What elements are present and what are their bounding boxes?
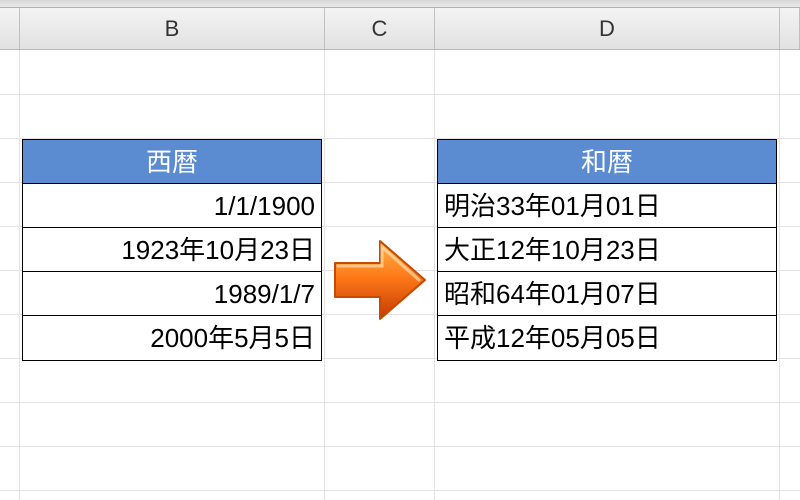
gridline — [434, 50, 435, 500]
table-header-western[interactable]: 西暦 — [23, 140, 321, 184]
right-arrow-icon — [330, 235, 430, 325]
cell-japanese-2[interactable]: 昭和64年01月07日 — [438, 272, 776, 316]
cell-western-0[interactable]: 1/1/1900 — [23, 184, 321, 228]
gridline — [0, 446, 800, 447]
column-header-C[interactable]: C — [325, 8, 435, 49]
cell-western-2[interactable]: 1989/1/7 — [23, 272, 321, 316]
gridline — [779, 50, 780, 500]
cell-japanese-3[interactable]: 平成12年05月05日 — [438, 316, 776, 360]
column-header-B[interactable]: B — [20, 8, 325, 49]
table-western-dates: 西暦 1/1/1900 1923年10月23日 1989/1/7 2000年5月… — [22, 139, 322, 361]
table-japanese-era-dates: 和暦 明治33年01月01日 大正12年10月23日 昭和64年01月07日 平… — [437, 139, 777, 361]
gridline — [0, 402, 800, 403]
gridline — [0, 490, 800, 491]
spreadsheet-grid[interactable]: B C D 西暦 1/1/1900 1923年10月23日 1989/1/7 2… — [0, 8, 800, 500]
cell-western-1[interactable]: 1923年10月23日 — [23, 228, 321, 272]
window-toolbar-strip — [0, 0, 800, 8]
grid-body[interactable]: 西暦 1/1/1900 1923年10月23日 1989/1/7 2000年5月… — [0, 50, 800, 500]
cell-japanese-0[interactable]: 明治33年01月01日 — [438, 184, 776, 228]
table-header-japanese[interactable]: 和暦 — [438, 140, 776, 184]
gridline — [324, 50, 325, 500]
column-header-E[interactable] — [780, 8, 800, 49]
gridline — [19, 50, 20, 500]
cell-western-3[interactable]: 2000年5月5日 — [23, 316, 321, 360]
column-header-row: B C D — [0, 8, 800, 50]
cell-japanese-1[interactable]: 大正12年10月23日 — [438, 228, 776, 272]
row-header-spacer — [0, 8, 20, 49]
column-header-D[interactable]: D — [435, 8, 780, 49]
gridline — [0, 94, 800, 95]
